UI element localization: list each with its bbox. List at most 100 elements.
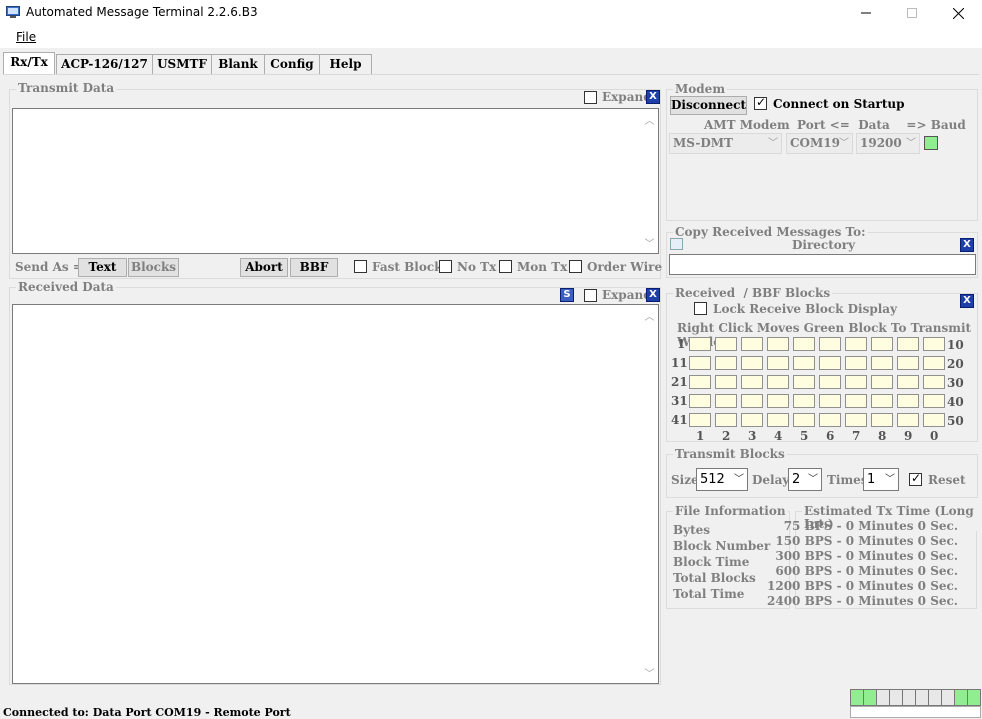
- block-cell[interactable]: [793, 375, 815, 389]
- block-cell[interactable]: [845, 375, 867, 389]
- block-cell[interactable]: [715, 337, 737, 351]
- directory-input[interactable]: [669, 254, 976, 275]
- block-cell[interactable]: [767, 413, 789, 427]
- block-cell[interactable]: [793, 394, 815, 408]
- block-cell[interactable]: [819, 394, 841, 408]
- block-cell[interactable]: [767, 337, 789, 351]
- block-cell[interactable]: [897, 394, 919, 408]
- amt-modem-select[interactable]: MS-DMT ﹀: [669, 133, 782, 154]
- tab-help[interactable]: Help: [319, 54, 372, 75]
- block-cell[interactable]: [689, 375, 711, 389]
- block-cell[interactable]: [923, 394, 945, 408]
- block-cell[interactable]: [741, 413, 763, 427]
- block-cell[interactable]: [871, 375, 893, 389]
- block-cell[interactable]: [741, 375, 763, 389]
- block-cell[interactable]: [897, 375, 919, 389]
- scroll-up-icon[interactable]: ︿: [641, 308, 658, 323]
- block-cell[interactable]: [767, 394, 789, 408]
- file-info-item: Total Time: [673, 587, 745, 601]
- bbf-clear-button[interactable]: X: [960, 294, 974, 308]
- maximize-button[interactable]: [889, 0, 935, 26]
- tab-acp[interactable]: ACP-126/127: [56, 54, 153, 75]
- no-tx-checkbox[interactable]: [439, 260, 452, 273]
- block-cell[interactable]: [793, 337, 815, 351]
- block-cell[interactable]: [871, 356, 893, 370]
- block-cell[interactable]: [845, 356, 867, 370]
- block-cell[interactable]: [923, 375, 945, 389]
- block-cell[interactable]: [871, 413, 893, 427]
- block-cell[interactable]: [923, 413, 945, 427]
- block-cell[interactable]: [767, 375, 789, 389]
- block-cell[interactable]: [845, 337, 867, 351]
- block-cell[interactable]: [871, 394, 893, 408]
- tab-config[interactable]: Config: [264, 54, 320, 75]
- block-cell[interactable]: [767, 356, 789, 370]
- block-cell[interactable]: [923, 356, 945, 370]
- delay-select[interactable]: 2 ﹀: [788, 468, 822, 491]
- transmit-textarea[interactable]: ︿ ﹀: [12, 108, 659, 254]
- block-cell[interactable]: [689, 394, 711, 408]
- menu-file[interactable]: File: [16, 30, 36, 44]
- block-cell[interactable]: [897, 337, 919, 351]
- send-text-button[interactable]: Text: [78, 258, 127, 277]
- connect-startup-checkbox[interactable]: [754, 95, 767, 110]
- scroll-down-icon[interactable]: ﹀: [641, 665, 658, 680]
- folder-icon[interactable]: [670, 238, 683, 250]
- block-cell[interactable]: [689, 337, 711, 351]
- amt-modem-value: MS-DMT: [673, 136, 733, 150]
- scroll-up-icon[interactable]: ︿: [641, 112, 658, 127]
- maximize-icon: [907, 8, 917, 18]
- block-cell[interactable]: [715, 356, 737, 370]
- received-textarea[interactable]: ︿ ﹀: [12, 304, 659, 684]
- times-select[interactable]: 1 ﹀: [863, 468, 899, 491]
- mon-tx-checkbox[interactable]: [499, 260, 512, 273]
- port-value: COM19: [790, 136, 840, 150]
- transmit-scrollbar[interactable]: ︿ ﹀: [641, 109, 658, 253]
- block-cell[interactable]: [819, 356, 841, 370]
- order-wire-checkbox[interactable]: [569, 260, 582, 273]
- lock-display-checkbox[interactable]: [694, 302, 707, 315]
- block-cell[interactable]: [897, 356, 919, 370]
- block-cell[interactable]: [793, 413, 815, 427]
- scroll-down-icon[interactable]: ﹀: [641, 235, 658, 250]
- tab-usmtf[interactable]: USMTF: [152, 54, 212, 75]
- tab-rxtx[interactable]: Rx/Tx: [3, 52, 55, 75]
- fast-block-checkbox[interactable]: [354, 260, 367, 273]
- block-cell[interactable]: [819, 375, 841, 389]
- connect-startup-label: Connect on Startup: [773, 97, 905, 111]
- received-scrollbar[interactable]: ︿ ﹀: [641, 305, 658, 683]
- block-cell[interactable]: [793, 356, 815, 370]
- close-window-button[interactable]: [935, 0, 981, 26]
- tab-blank[interactable]: Blank: [211, 54, 265, 75]
- send-blocks-button[interactable]: Blocks: [128, 258, 179, 277]
- block-cell[interactable]: [741, 394, 763, 408]
- received-clear-button[interactable]: X: [646, 288, 660, 302]
- transmit-expand-checkbox[interactable]: [584, 91, 597, 104]
- block-cell[interactable]: [689, 356, 711, 370]
- transmit-clear-button[interactable]: X: [646, 90, 660, 104]
- block-cell[interactable]: [845, 394, 867, 408]
- block-cell[interactable]: [819, 413, 841, 427]
- block-cell[interactable]: [741, 356, 763, 370]
- save-received-button[interactable]: S: [560, 288, 574, 302]
- port-select[interactable]: COM19 ﹀: [786, 133, 853, 154]
- block-cell[interactable]: [741, 337, 763, 351]
- block-cell[interactable]: [819, 337, 841, 351]
- block-cell[interactable]: [871, 337, 893, 351]
- copy-clear-button[interactable]: X: [960, 238, 974, 252]
- block-cell[interactable]: [715, 375, 737, 389]
- size-select[interactable]: 512 ﹀: [696, 468, 748, 491]
- block-cell[interactable]: [715, 413, 737, 427]
- block-cell[interactable]: [897, 413, 919, 427]
- received-expand-checkbox[interactable]: [584, 289, 597, 302]
- minimize-button[interactable]: [843, 0, 889, 26]
- bbf-button[interactable]: BBF: [290, 258, 338, 277]
- block-cell[interactable]: [689, 413, 711, 427]
- block-cell[interactable]: [923, 337, 945, 351]
- block-cell[interactable]: [845, 413, 867, 427]
- abort-button[interactable]: Abort: [240, 258, 288, 277]
- disconnect-button[interactable]: Disconnect: [670, 96, 747, 115]
- block-cell[interactable]: [715, 394, 737, 408]
- reset-checkbox[interactable]: [909, 471, 922, 486]
- baud-select[interactable]: 19200 ﹀: [856, 133, 920, 154]
